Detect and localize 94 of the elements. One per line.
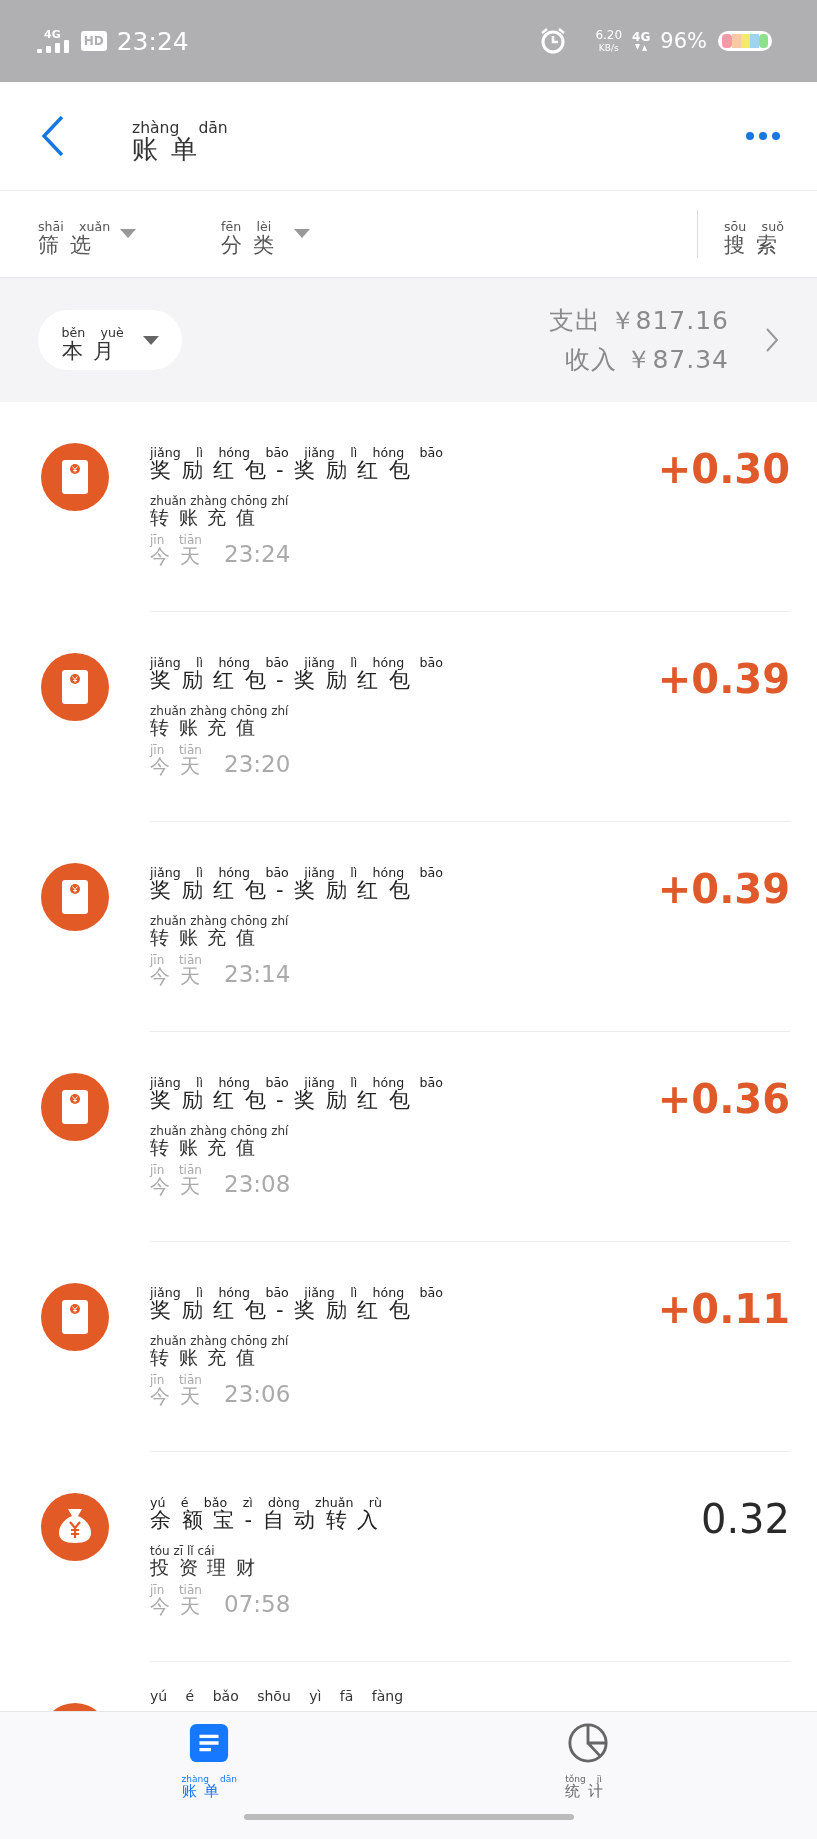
- network-label: 4G: [44, 27, 61, 41]
- record-category: 转账充值: [150, 507, 264, 528]
- record-time: 07:58: [224, 1591, 291, 1618]
- pinyin-text: zhuǎn zhàng chōng zhí: [150, 915, 289, 928]
- pinyin-text: zhàng dān: [181, 1775, 237, 1784]
- record-title: 奖励红包-奖励红包: [150, 459, 421, 482]
- income-total: 收入 ￥87.34: [565, 344, 729, 376]
- pinyin-text: tóu zī lǐ cái: [150, 1545, 215, 1558]
- caret-icon: [294, 229, 310, 239]
- pinyin-text: zhuǎn zhàng chōng zhí: [150, 1125, 289, 1138]
- pinyin-text: zhàng dān: [132, 119, 228, 137]
- label-text: 本月: [61, 339, 125, 362]
- record-day: 今天: [150, 966, 210, 988]
- search-button[interactable]: sōu suǒ 搜索: [697, 210, 787, 258]
- page-title: 账单: [132, 136, 210, 164]
- pinyin-text: jīn tiān: [150, 1373, 202, 1387]
- pinyin-text: jīn tiān: [150, 533, 202, 547]
- envelope-icon: [41, 653, 109, 721]
- pinyin-text: jīn tiān: [150, 1163, 202, 1177]
- pinyin-text: sōu suǒ: [724, 220, 784, 234]
- record-time: 23:06: [224, 1381, 291, 1408]
- record-amount: +0.36: [657, 1076, 790, 1124]
- record-amount: +0.39: [657, 656, 790, 704]
- month-dropdown[interactable]: běn yuè 本月: [38, 310, 182, 370]
- back-button[interactable]: [40, 114, 66, 158]
- pinyin-text: yú é bǎo shōu yì fā fàng: [150, 1688, 404, 1706]
- record-title: 奖励红包-奖励红包: [150, 669, 421, 692]
- pinyin-text: jīn tiān: [150, 743, 202, 757]
- record-category: 转账充值: [150, 717, 264, 738]
- record-amount: 0.32: [700, 1496, 790, 1544]
- pinyin-text: jiǎng lì hóng bāo jiǎng lì hóng bāo: [150, 446, 443, 460]
- pinyin-text: jiǎng lì hóng bāo jiǎng lì hóng bāo: [150, 656, 443, 670]
- record-title: 奖励红包-奖励红包: [150, 1299, 421, 1322]
- label-text: 账单: [181, 1784, 227, 1801]
- record-day: 今天: [150, 1176, 210, 1198]
- signal-icon: [36, 39, 71, 53]
- caret-icon: [120, 229, 137, 239]
- pinyin-text: zhuǎn zhàng chōng zhí: [150, 1335, 289, 1348]
- speed-value: 6.20: [595, 28, 623, 43]
- pinyin-text: jiǎng lì hóng bāo jiǎng lì hóng bāo: [150, 1286, 443, 1300]
- filter-dropdown[interactable]: shāi xuǎn 筛选: [38, 212, 221, 256]
- envelope-icon: [41, 863, 109, 931]
- pinyin-text: zhuǎn zhàng chōng zhí: [150, 705, 289, 718]
- data-arrows-icon: [635, 44, 648, 52]
- record-amount: +0.11: [657, 1286, 790, 1334]
- pinyin-text: běn yuè: [61, 326, 124, 340]
- list-icon: [188, 1722, 231, 1764]
- record-day: 今天: [150, 1386, 210, 1408]
- record-title: 奖励红包-奖励红包: [150, 1089, 421, 1112]
- battery-percent: 96%: [660, 29, 707, 53]
- envelope-icon: [41, 443, 109, 511]
- envelope-icon: [41, 1073, 109, 1141]
- pinyin-text: tǒng jì: [565, 1775, 602, 1784]
- caret-icon: [142, 335, 159, 345]
- record-title: 奖励红包-奖励红包: [150, 879, 421, 902]
- record-title: 余额宝-自动转入: [150, 1509, 389, 1532]
- pinyin-text: jīn tiān: [150, 953, 202, 967]
- data-label: 4G: [632, 30, 651, 45]
- record-time: 23:08: [224, 1171, 291, 1198]
- label-text: 搜索: [724, 233, 787, 256]
- pinyin-text: jiǎng lì hóng bāo jiǎng lì hóng bāo: [150, 1076, 443, 1090]
- expense-total: 支出 ￥817.16: [548, 305, 729, 337]
- tab[interactable]: zhàng dān 账单: [149, 1722, 270, 1801]
- label-text: 筛选: [38, 233, 101, 256]
- pinyin-text: jīn tiān: [150, 1583, 202, 1597]
- envelope-icon: [41, 1283, 109, 1351]
- label-text: 分类: [221, 233, 284, 256]
- record-category: 转账充值: [150, 927, 264, 948]
- record-day: 今天: [150, 546, 210, 568]
- pinyin-text: shāi xuǎn: [38, 220, 111, 234]
- hd-badge: HD: [80, 31, 107, 51]
- battery-icon: [717, 30, 773, 52]
- record-time: 23:14: [224, 961, 291, 988]
- chevron-right-icon[interactable]: [765, 327, 779, 353]
- record-amount: +0.30: [657, 446, 790, 494]
- pinyin-text: fēn lèi: [221, 220, 272, 234]
- label-text: 统计: [565, 1784, 611, 1801]
- record-category: 转账充值: [150, 1347, 264, 1368]
- pinyin-text: jiǎng lì hóng bāo jiǎng lì hóng bāo: [150, 866, 443, 880]
- record-time: 23:20: [224, 751, 291, 778]
- record-day: 今天: [150, 1596, 210, 1618]
- pinyin-text: zhuǎn zhàng chōng zhí: [150, 495, 289, 508]
- more-button[interactable]: [745, 131, 781, 141]
- pie-chart-icon: [566, 1722, 609, 1764]
- pinyin-text: yú é bǎo zì dòng zhuǎn rù: [150, 1496, 382, 1510]
- speed-unit: KB/s: [598, 42, 619, 54]
- clock-time: 23:24: [116, 26, 189, 56]
- record-amount: +0.39: [657, 866, 790, 914]
- record-category: 转账充值: [150, 1137, 264, 1158]
- record-time: 23:24: [224, 541, 291, 568]
- record-day: 今天: [150, 756, 210, 778]
- tab[interactable]: tǒng jì 统计: [527, 1722, 648, 1801]
- filter-dropdown[interactable]: fēn lèi 分类: [221, 212, 404, 256]
- record-category: 投资理财: [150, 1557, 264, 1578]
